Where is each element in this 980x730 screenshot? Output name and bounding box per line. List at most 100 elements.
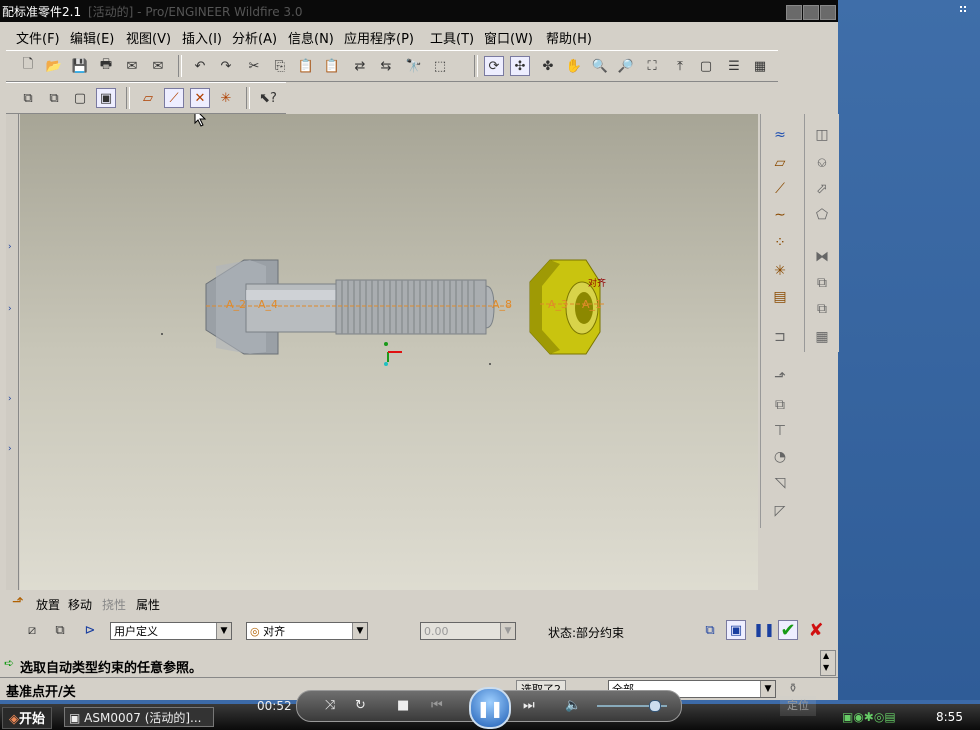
spin-center-icon[interactable]: ✣ [510, 56, 530, 76]
message-scrollbar[interactable]: ▲ ▼ [820, 650, 836, 676]
start-button[interactable]: ◈开始 [2, 707, 53, 729]
menu-analysis[interactable]: 分析(A) [232, 28, 277, 47]
paste-special-icon[interactable]: 📋 [322, 56, 342, 76]
previous-icon[interactable]: ⏮ [431, 698, 443, 713]
pause-button[interactable]: ❚❚ [469, 687, 511, 729]
shuffle-icon[interactable]: ⤨ [325, 698, 335, 713]
expand-arrow-icon[interactable]: › [8, 242, 12, 252]
volume-knob[interactable] [649, 700, 661, 712]
datum-curve-icon[interactable]: ∼ [767, 204, 793, 226]
volume-slider[interactable] [597, 700, 667, 712]
maximize-button[interactable] [803, 5, 819, 20]
ok-button[interactable]: ✔ [778, 620, 798, 641]
email-link-icon[interactable]: ✉ [148, 56, 168, 76]
expand-arrow-icon[interactable]: › [8, 304, 12, 314]
zoom-in-icon[interactable]: 🔍 [590, 56, 610, 76]
sweep-icon[interactable]: ⬀ [810, 178, 834, 200]
taskbar-app-button[interactable]: ▣ ASM0007 (活动的]... [64, 707, 214, 727]
datum-label[interactable]: A_3 [548, 298, 568, 311]
no-hidden-icon[interactable]: ▢ [70, 88, 90, 108]
menu-help[interactable]: 帮助(H) [546, 28, 592, 47]
pan-icon[interactable]: ✋ [564, 56, 584, 76]
datum-label[interactable]: A_2 [226, 298, 246, 311]
pause-feature-icon[interactable]: ❚❚ [753, 620, 775, 640]
menu-applications[interactable]: 应用程序(P) [344, 28, 414, 47]
reorient-icon[interactable]: ⤒ [670, 56, 690, 76]
new-icon[interactable]: 🗋 [18, 56, 38, 76]
draft-icon[interactable]: ◸ [767, 500, 793, 522]
round-icon[interactable]: ◔ [767, 446, 793, 468]
trim-icon[interactable]: ⧉ [810, 298, 834, 320]
shading-icon[interactable]: ▣ [96, 88, 116, 108]
repaint-icon[interactable]: ⟳ [484, 56, 504, 76]
hole-icon[interactable]: ⊤ [767, 420, 793, 442]
email-icon[interactable]: ✉ [122, 56, 142, 76]
regenerate-icon[interactable]: ⇄ [350, 56, 370, 76]
hidden-line-icon[interactable]: ⧉ [44, 88, 64, 108]
constraint-set-select[interactable]: 用户定义 ▼ [110, 622, 232, 640]
analysis-feature-icon[interactable]: ▤ [767, 286, 793, 308]
pause-icon[interactable]: ⧉ [700, 620, 720, 640]
next-icon[interactable]: ⏭ [523, 698, 535, 713]
print-icon[interactable]: 🖶 [96, 56, 116, 76]
csys-icon[interactable]: ✳ [767, 260, 793, 282]
save-icon[interactable]: 💾 [70, 56, 90, 76]
model-display-icon[interactable]: ▦ [750, 56, 770, 76]
constraint-type-select[interactable]: ◎ 对齐 ▼ [246, 622, 368, 640]
sketch-icon[interactable]: ≈ [767, 124, 793, 146]
preview-icon[interactable]: ▣ [726, 620, 746, 640]
cut-icon[interactable]: ✂ [244, 56, 264, 76]
csys-display-icon[interactable]: ✳ [216, 88, 236, 108]
tab-properties[interactable]: 属性 [136, 596, 160, 613]
select-box-icon[interactable]: ⬚ [430, 56, 450, 76]
copy-icon[interactable]: ⎘ [270, 56, 290, 76]
scroll-down-icon[interactable]: ▼ [823, 663, 829, 672]
expand-arrow-icon[interactable]: › [8, 394, 12, 404]
left-splitter[interactable]: › › › › [6, 114, 19, 590]
datum-plane-display-icon[interactable]: ▱ [138, 88, 158, 108]
table-icon[interactable]: ▦ [810, 326, 834, 348]
mirror-icon[interactable]: ⧓ [810, 246, 834, 268]
refit-icon[interactable]: ⛶ [642, 56, 662, 76]
menu-window[interactable]: 窗口(W) [484, 28, 533, 47]
pattern-icon[interactable]: ⊐ [767, 326, 793, 348]
tab-flexibility[interactable]: 挠性 [102, 596, 126, 613]
menu-info[interactable]: 信息(N) [288, 28, 334, 47]
revolve-icon[interactable]: ⎉ [810, 152, 834, 174]
redo-icon[interactable]: ↷ [216, 56, 236, 76]
paste-icon[interactable]: 📋 [296, 56, 316, 76]
orient-icon[interactable]: ✤ [538, 56, 558, 76]
saved-views-icon[interactable]: ▢ [696, 56, 716, 76]
blend-icon[interactable]: ⬠ [810, 204, 834, 226]
repeat-icon[interactable]: ↻ [355, 698, 366, 713]
menu-tools[interactable]: 工具(T) [430, 28, 474, 47]
component-place-icon[interactable]: ⬏ [767, 366, 793, 388]
datum-point-icon[interactable]: ⁘ [767, 232, 793, 254]
component-window-icon[interactable]: ⧄ [22, 620, 42, 640]
datum-label[interactable]: A_8 [492, 298, 512, 311]
menu-view[interactable]: 视图(V) [126, 28, 171, 47]
chevron-down-icon[interactable]: ▼ [760, 681, 775, 697]
datum-point-display-icon[interactable]: ✕ [190, 88, 210, 108]
expand-arrow-icon[interactable]: › [8, 444, 12, 454]
scroll-up-icon[interactable]: ▲ [823, 651, 829, 660]
tab-placement[interactable]: 放置 [36, 596, 60, 613]
datum-label[interactable]: A_4 [258, 298, 278, 311]
stop-icon[interactable]: ■ [397, 698, 409, 713]
minimize-button[interactable] [786, 5, 802, 20]
datum-axis-icon[interactable]: ⟋ [767, 178, 793, 200]
datum-axis-display-icon[interactable]: ⟋ [164, 88, 184, 108]
locate-ghost-button[interactable]: 定位 [780, 696, 816, 716]
menu-file[interactable]: 文件(F) [16, 28, 60, 47]
mechanism-icon[interactable]: ⊳ [80, 620, 100, 640]
chevron-down-icon[interactable]: ▼ [216, 623, 231, 639]
graphics-window[interactable]: A_2 A_4 A_8 A_3 A_1 对齐 [20, 114, 758, 590]
menu-edit[interactable]: 编辑(E) [70, 28, 114, 47]
close-button[interactable] [820, 5, 836, 20]
component-create-icon[interactable]: ⧉ [767, 394, 793, 416]
regen-manager-icon[interactable]: ⇆ [376, 56, 396, 76]
chevron-down-icon[interactable]: ▼ [352, 623, 367, 639]
menu-grip-icon[interactable] [958, 4, 974, 18]
chevron-down-icon[interactable]: ▼ [500, 623, 515, 639]
undo-icon[interactable]: ↶ [190, 56, 210, 76]
